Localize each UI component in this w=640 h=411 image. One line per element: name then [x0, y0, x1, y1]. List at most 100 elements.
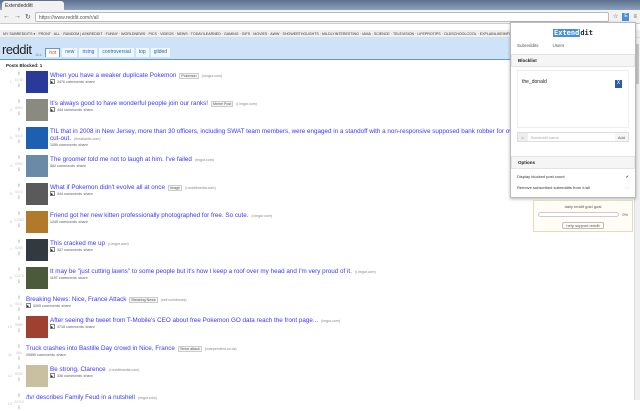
post-domain[interactable]: (theatlantic.com) — [74, 137, 101, 141]
post-thumbnail[interactable] — [26, 127, 48, 149]
post-title[interactable]: It's always good to have wonderful peopl… — [50, 100, 208, 107]
downvote-icon[interactable]: ⬇ — [12, 279, 26, 285]
post-domain[interactable]: (imgur.com) — [195, 158, 214, 162]
tab-controversial[interactable]: controversial — [99, 48, 134, 57]
post-title[interactable]: This cracked me up — [50, 240, 105, 247]
share-link[interactable]: share — [78, 143, 88, 147]
downvote-icon[interactable]: ⬇ — [12, 328, 26, 334]
post-title[interactable]: It may be "just cutting lawns" to some p… — [50, 268, 352, 275]
downvote-icon[interactable]: ⬇ — [12, 356, 26, 362]
tab-users[interactable]: Users — [553, 43, 565, 48]
subreddit-name[interactable]: ALL — [36, 53, 43, 57]
downvote-icon[interactable]: ⬇ — [12, 223, 26, 229]
share-link[interactable]: share — [85, 80, 95, 84]
share-link[interactable]: share — [85, 325, 95, 329]
share-link[interactable]: share — [83, 248, 93, 252]
expand-icon[interactable]: ▶ — [50, 191, 55, 197]
post-title[interactable]: After seeing the tweet from T-Mobile's C… — [50, 317, 318, 324]
reload-icon[interactable]: ↻ — [25, 13, 31, 21]
help-support-button[interactable]: help support reddit — [562, 222, 604, 229]
share-link[interactable]: share — [61, 304, 71, 308]
share-link[interactable]: share — [83, 108, 93, 112]
option-checkbox[interactable]: ☐ — [625, 185, 629, 190]
expand-icon[interactable]: ▶ — [50, 373, 55, 379]
share-link[interactable]: share — [76, 164, 86, 168]
comments-link[interactable]: 4718 comments — [57, 325, 84, 329]
post-title[interactable]: What if Pokemon didn't evolve all at onc… — [50, 184, 165, 191]
comments-link[interactable]: 1245 comments — [50, 220, 77, 224]
post-domain[interactable]: (i.imgur.com) — [202, 74, 223, 78]
post-domain[interactable]: (i.imgur.com) — [355, 270, 376, 274]
tab-gilded[interactable]: gilded — [150, 48, 171, 57]
expand-icon[interactable]: ▶ — [50, 324, 55, 330]
post-title[interactable]: When you have a weaker duplicate Pokemon — [50, 72, 176, 79]
post-domain[interactable]: (i.imgur.com) — [236, 102, 257, 106]
downvote-icon[interactable]: ⬇ — [12, 111, 26, 117]
post-domain[interactable]: (i.imgur.com) — [251, 214, 272, 218]
tab-new[interactable]: new — [62, 48, 78, 57]
expand-icon[interactable]: ▶ — [26, 303, 31, 309]
reddit-logo[interactable]: reddit — [2, 42, 32, 57]
post-title[interactable]: Breaking News: Nice, France Attack — [26, 296, 126, 303]
post-thumbnail[interactable] — [26, 183, 48, 205]
downvote-icon[interactable]: ⬇ — [12, 377, 26, 383]
post-title[interactable]: The groomer told me not to laugh at him.… — [50, 156, 192, 163]
post-thumbnail[interactable] — [26, 365, 48, 387]
post-domain[interactable]: (i.redditmedia.com) — [185, 186, 216, 190]
downvote-icon[interactable]: ⬇ — [12, 83, 26, 89]
comments-link[interactable]: 2476 comments — [57, 80, 84, 84]
forward-icon[interactable]: → — [14, 13, 21, 20]
post-thumbnail[interactable] — [26, 155, 48, 177]
share-link[interactable]: share — [78, 276, 88, 280]
downvote-icon[interactable]: ⬇ — [12, 195, 26, 201]
url-input[interactable]: https://www.reddit.com/r/all — [34, 11, 610, 22]
add-button[interactable]: Add — [614, 133, 628, 141]
comments-link[interactable]: 1250 comments — [50, 143, 77, 147]
star-icon[interactable]: ☆ — [613, 13, 618, 20]
share-link[interactable]: share — [83, 192, 93, 196]
comments-link[interactable]: 1197 comments — [50, 276, 77, 280]
expand-icon[interactable]: ▶ — [50, 107, 55, 113]
option-checkbox[interactable]: ✔ — [626, 174, 629, 179]
tab-hot[interactable]: hot — [45, 48, 61, 57]
tab-top[interactable]: top — [135, 48, 149, 57]
post-thumbnail[interactable] — [26, 267, 48, 289]
post-thumbnail[interactable] — [26, 99, 48, 121]
expand-icon[interactable]: ▶ — [50, 79, 55, 85]
browser-tab[interactable]: Extendedditt — [2, 1, 64, 10]
extendit-extension-icon[interactable]: E — [622, 12, 630, 21]
downvote-icon[interactable]: ⬇ — [12, 251, 26, 257]
post-domain[interactable]: (i.imgur.com) — [108, 242, 129, 246]
back-icon[interactable]: ← — [3, 13, 10, 20]
post-domain[interactable]: (independent.co.uk) — [205, 347, 237, 351]
downvote-icon[interactable]: ⬇ — [12, 167, 26, 173]
comments-link[interactable]: 3265 comments — [33, 304, 60, 308]
post-domain[interactable]: (imgur.com) — [321, 319, 340, 323]
post-domain[interactable]: (self.worldnews) — [161, 298, 187, 302]
post-title[interactable]: Truck crashes into Bastille Day crowd in… — [26, 345, 175, 352]
tab-rising[interactable]: rising — [79, 48, 98, 57]
post-domain[interactable]: (imgur.com) — [138, 396, 157, 400]
comments-link[interactable]: 444 comments — [57, 108, 82, 112]
comments-link[interactable]: 338 comments — [57, 374, 82, 378]
post-domain[interactable]: (i.redditmedia.com) — [109, 368, 140, 372]
comments-link[interactable]: 337 comments — [57, 248, 82, 252]
comments-link[interactable]: 344 comments — [57, 192, 82, 196]
share-link[interactable]: share — [83, 374, 93, 378]
downvote-icon[interactable]: ⬇ — [12, 405, 26, 411]
menu-icon[interactable]: ≡ — [633, 14, 637, 20]
downvote-icon[interactable]: ⬇ — [12, 307, 26, 313]
share-link[interactable]: share — [56, 353, 66, 357]
post-thumbnail[interactable] — [26, 316, 48, 338]
post-thumbnail[interactable] — [26, 239, 48, 261]
comments-link[interactable]: 20895 comments — [26, 353, 55, 357]
subreddit-name-input[interactable]: Subreddit name — [528, 133, 615, 141]
post-thumbnail[interactable] — [26, 211, 48, 233]
expand-icon[interactable]: ▶ — [50, 247, 55, 253]
post-title[interactable]: Friend got her new kitten professionally… — [50, 212, 248, 219]
remove-button[interactable]: X — [615, 80, 622, 88]
comments-link[interactable]: 382 comments — [50, 164, 75, 168]
post-title[interactable]: Be strong, Clarence — [50, 366, 106, 373]
post-thumbnail[interactable] — [26, 71, 48, 93]
share-link[interactable]: share — [78, 220, 88, 224]
